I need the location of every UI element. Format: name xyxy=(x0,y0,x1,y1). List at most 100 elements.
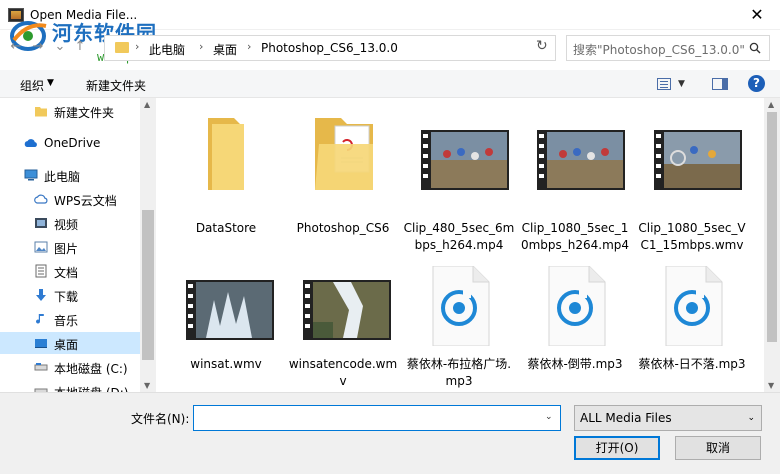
sidebar-item-desktop[interactable]: 桌面 xyxy=(0,332,140,354)
file-item[interactable]: 蔡依林-倒带.mp3 xyxy=(519,266,631,392)
sidebar-item-wps-cloud[interactable]: WPS云文档 xyxy=(0,188,140,210)
open-button[interactable]: 打开(O) xyxy=(574,436,660,460)
sidebar-item-label: WPS云文档 xyxy=(54,194,117,208)
folder-icon xyxy=(35,107,47,117)
drive-icon xyxy=(34,363,48,371)
address-row: ← → ⌄ ↑ › 此电脑 › 桌面 › Photoshop_CS6_13.0.… xyxy=(0,35,780,61)
breadcrumb-separator: › xyxy=(247,40,252,53)
music-icon xyxy=(36,314,44,324)
preview-pane-icon[interactable] xyxy=(712,78,728,90)
scroll-down-arrow-icon[interactable]: ▼ xyxy=(768,381,774,390)
forward-button[interactable]: → xyxy=(30,39,46,55)
file-name: Clip_1080_5sec_VC1_15mbps.wmv xyxy=(638,221,746,252)
sidebar-item-drive-d[interactable]: 本地磁盘 (D:) xyxy=(0,380,140,392)
chevron-down-icon[interactable]: ▼ xyxy=(47,78,54,88)
file-name: DataStore xyxy=(195,221,257,235)
filename-history-dropdown[interactable]: ⌄ xyxy=(545,412,553,422)
file-item[interactable]: winsatencode.wmv xyxy=(287,266,399,392)
breadcrumb-current-folder[interactable]: Photoshop_CS6_13.0.0 xyxy=(261,41,398,55)
file-item[interactable]: 蔡依林-日不落.mp3 xyxy=(636,266,748,392)
navigation-pane: 新建文件夹 OneDrive 此电脑 WPS云文档 视频 图片 文档 下载 音乐… xyxy=(0,98,156,392)
sidebar-item-documents[interactable]: 文档 xyxy=(0,260,140,282)
scrollbar-thumb[interactable] xyxy=(142,210,154,360)
video-thumbnail-icon xyxy=(537,130,625,190)
file-name: Clip_480_5sec_6mbps_h264.mp4 xyxy=(403,221,515,252)
sidebar-item-pictures[interactable]: 图片 xyxy=(0,236,140,258)
desktop-icon xyxy=(35,339,47,348)
sidebar-item-this-pc[interactable]: 此电脑 xyxy=(0,164,140,186)
document-folder-icon xyxy=(35,264,47,278)
file-name: 蔡依林-日不落.mp3 xyxy=(638,357,746,371)
sidebar-item-label: 新建文件夹 xyxy=(54,106,115,120)
view-options-dropdown[interactable]: ▼ xyxy=(678,79,685,89)
file-item[interactable]: 蔡依林-布拉格广场.mp3 xyxy=(403,266,515,392)
folder-icon xyxy=(115,42,129,53)
file-name: Photoshop_CS6 xyxy=(296,221,390,235)
up-button[interactable]: ↑ xyxy=(72,39,88,55)
sidebar-item-onedrive[interactable]: OneDrive xyxy=(0,132,140,154)
video-thumbnail-icon xyxy=(421,130,509,190)
sidebar-item-label: 下载 xyxy=(54,290,79,304)
file-list-scrollbar[interactable]: ▲ ▼ xyxy=(764,98,780,392)
file-name: 蔡依林-倒带.mp3 xyxy=(527,357,623,371)
sidebar-item-new-folder[interactable]: 新建文件夹 xyxy=(0,100,140,122)
search-input[interactable]: 搜索"Photoshop_CS6_13.0.0" xyxy=(566,35,770,61)
filename-label: 文件名(N): xyxy=(131,412,190,426)
change-view-icon[interactable] xyxy=(657,78,671,90)
file-type-select[interactable]: ALL Media Files ⌄ xyxy=(574,405,762,431)
file-item[interactable]: Clip_1080_5sec_VC1_15mbps.wmv xyxy=(636,114,748,264)
refresh-button[interactable]: ↻ xyxy=(536,38,548,54)
folder-with-document-icon xyxy=(315,118,373,190)
breadcrumb-separator: › xyxy=(135,40,140,53)
breadcrumb-desktop[interactable]: 桌面 xyxy=(213,41,237,58)
scroll-down-arrow-icon[interactable]: ▼ xyxy=(144,381,150,390)
sidebar-item-label: 本地磁盘 (D:) xyxy=(54,384,128,392)
sidebar-item-label: 此电脑 xyxy=(44,170,81,184)
close-button[interactable]: ✕ xyxy=(734,0,780,30)
file-item[interactable]: Photoshop_CS6 xyxy=(287,114,399,264)
help-icon[interactable]: ? xyxy=(748,75,765,92)
sidebar-item-label: 图片 xyxy=(54,242,79,256)
sidebar-item-label: 桌面 xyxy=(54,338,79,352)
file-item[interactable]: winsat.wmv xyxy=(170,266,282,392)
organize-button[interactable]: 组织 xyxy=(20,77,44,94)
sidebar-item-label: 视频 xyxy=(54,218,79,232)
scroll-up-arrow-icon[interactable]: ▲ xyxy=(768,100,774,109)
sidebar-item-downloads[interactable]: 下载 xyxy=(0,284,140,306)
sidebar-item-videos[interactable]: 视频 xyxy=(0,212,140,234)
address-bar[interactable]: › 此电脑 › 桌面 › Photoshop_CS6_13.0.0 ⌄ xyxy=(104,35,625,61)
sidebar-scrollbar[interactable]: ▲ ▼ xyxy=(140,98,156,392)
download-icon xyxy=(36,289,46,301)
back-button[interactable]: ← xyxy=(8,39,24,55)
scroll-up-arrow-icon[interactable]: ▲ xyxy=(144,100,150,109)
sidebar-item-label: 本地磁盘 (C:) xyxy=(54,362,128,376)
search-placeholder: 搜索"Photoshop_CS6_13.0.0" xyxy=(573,43,745,57)
breadcrumb-separator: › xyxy=(199,40,204,53)
sidebar-item-music[interactable]: 音乐 xyxy=(0,308,140,330)
file-name: winsatencode.wmv xyxy=(288,357,398,388)
video-thumbnail-icon xyxy=(654,130,742,190)
file-name: winsat.wmv xyxy=(190,357,262,371)
sidebar-item-drive-c[interactable]: 本地磁盘 (C:) xyxy=(0,356,140,378)
file-item[interactable]: Clip_480_5sec_6mbps_h264.mp4 xyxy=(403,114,515,264)
search-icon xyxy=(749,42,761,54)
scrollbar-thumb[interactable] xyxy=(767,112,777,342)
chevron-down-icon: ⌄ xyxy=(747,413,755,423)
video-folder-icon xyxy=(35,218,47,228)
file-item[interactable]: DataStore xyxy=(170,114,282,264)
folder-icon xyxy=(208,118,244,190)
sidebar-item-label: OneDrive xyxy=(44,136,101,150)
file-type-value: ALL Media Files xyxy=(580,411,672,425)
cloud-outline-icon xyxy=(34,194,48,204)
recent-locations-button[interactable]: ⌄ xyxy=(52,39,68,55)
file-name: 蔡依林-布拉格广场.mp3 xyxy=(406,357,512,388)
filename-input[interactable] xyxy=(193,405,561,431)
cancel-button[interactable]: 取消 xyxy=(675,436,761,460)
breadcrumb-this-pc[interactable]: 此电脑 xyxy=(149,41,185,58)
file-item[interactable]: Clip_1080_5sec_10mbps_h264.mp4 xyxy=(519,114,631,264)
dialog-footer: 文件名(N): ⌄ ALL Media Files ⌄ 打开(O) 取消 xyxy=(0,392,780,474)
new-folder-button[interactable]: 新建文件夹 xyxy=(86,77,146,94)
file-list: DataStore Photoshop_CS6 Clip_480_5sec_6m… xyxy=(156,98,764,392)
audio-file-icon xyxy=(665,266,723,346)
audio-file-icon xyxy=(432,266,490,346)
